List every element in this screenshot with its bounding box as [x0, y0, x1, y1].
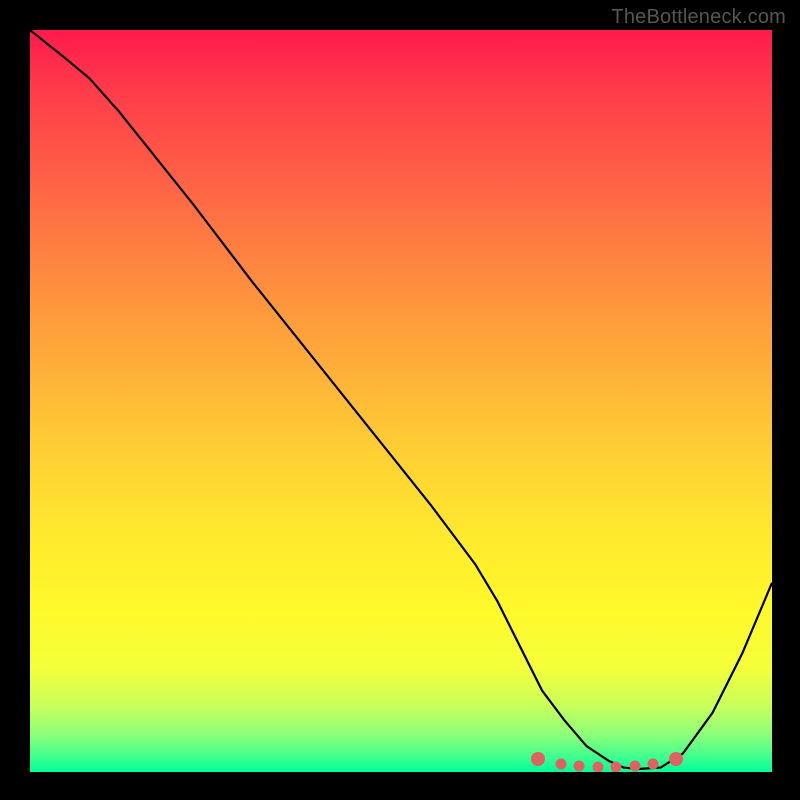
curve-marker-dot — [648, 758, 659, 769]
curve-marker-dot — [592, 761, 603, 772]
curve-marker-dot — [531, 752, 545, 766]
curve-marker-dot — [611, 761, 622, 772]
curve-marker-dot — [555, 758, 566, 769]
chart-plot-area — [30, 30, 772, 772]
curve-marker-dot — [574, 761, 585, 772]
curve-marker-dot — [629, 761, 640, 772]
curve-markers — [30, 30, 772, 772]
curve-marker-dot — [669, 752, 683, 766]
watermark-text: TheBottleneck.com — [611, 6, 786, 29]
